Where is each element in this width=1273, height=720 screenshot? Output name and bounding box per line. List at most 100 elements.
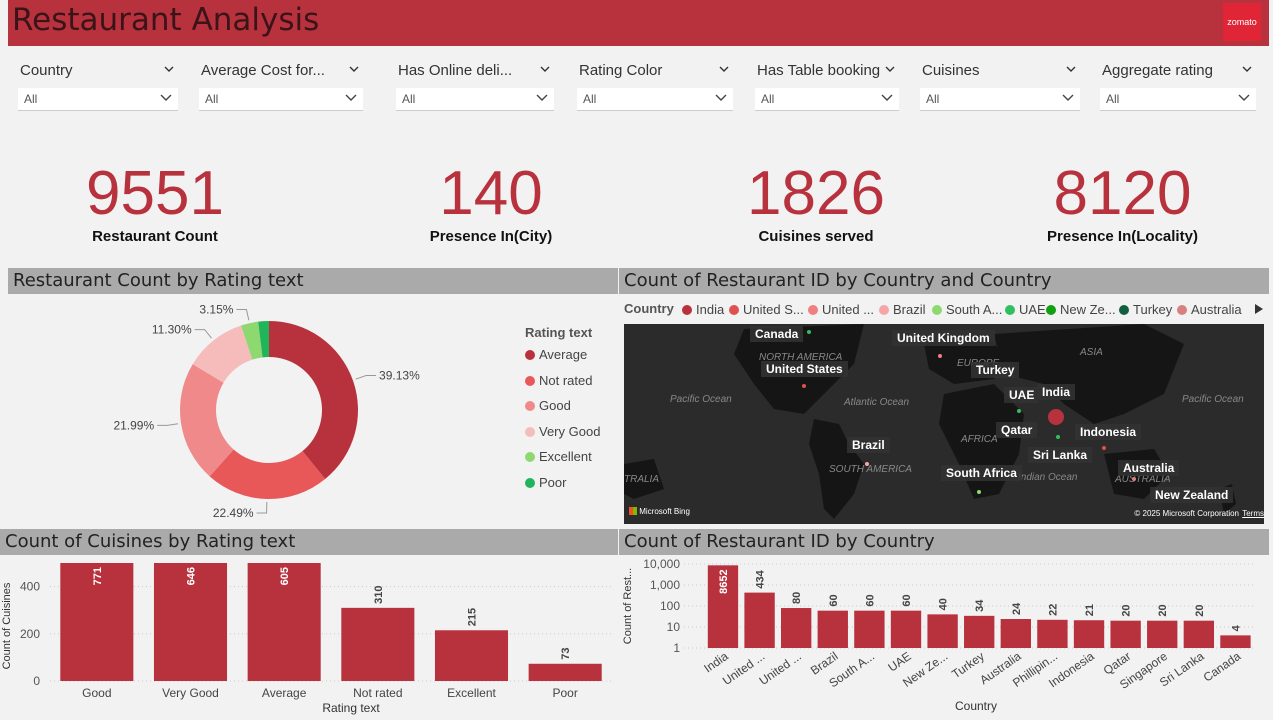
kpi-caption: Presence In(Locality) — [1047, 228, 1198, 245]
donut-legend-item[interactable]: Poor — [525, 475, 566, 490]
map-bubble-south-africa[interactable] — [977, 490, 981, 494]
kpi-value: 1826 — [747, 159, 885, 228]
country-bar[interactable] — [927, 614, 958, 648]
bar-data-label: 60 — [901, 594, 913, 606]
country-bar[interactable] — [1037, 619, 1068, 648]
legend-label: Poor — [539, 474, 567, 490]
map-bubble-indonesia[interactable] — [1102, 446, 1106, 450]
chevron-down-icon[interactable] — [1238, 94, 1250, 102]
map-bubble-australia[interactable] — [1132, 477, 1136, 481]
legend-dot-icon — [1119, 305, 1129, 315]
map-legend-item[interactable]: India — [682, 302, 724, 317]
slicer-6[interactable]: Aggregate rating All — [1100, 58, 1258, 114]
kpi-value: 8120 — [1053, 159, 1192, 228]
slicer-3[interactable]: Rating Color All — [577, 58, 735, 114]
chevron-down-icon[interactable] — [1242, 64, 1252, 74]
map-legend-title: Country — [624, 301, 674, 316]
cuisine-bar[interactable] — [528, 663, 602, 681]
slicer-value: All — [583, 92, 597, 106]
country-bar[interactable] — [781, 608, 812, 648]
map-bubble-india[interactable] — [1048, 409, 1064, 425]
map-bubble-united-states[interactable] — [802, 384, 806, 388]
y-axis-title: Count of Rest... — [622, 568, 634, 644]
country-bar[interactable] — [817, 610, 848, 648]
slicer-1[interactable]: Average Cost for... All — [199, 58, 365, 114]
chevron-down-icon[interactable] — [345, 94, 357, 102]
country-bar-chart[interactable]: 1101001,00010,0008652India434United ...8… — [619, 556, 1273, 720]
cuisine-bar[interactable] — [434, 630, 509, 681]
slicer-5[interactable]: Cuisines All — [920, 58, 1082, 114]
map-legend-item[interactable]: Brazil — [879, 302, 926, 317]
kpi-value: 140 — [439, 159, 543, 228]
legend-dot-icon — [525, 477, 535, 488]
country-bar[interactable] — [1110, 620, 1141, 648]
slicer-2[interactable]: Has Online deli... All — [396, 58, 556, 114]
legend-label: Very Good — [539, 423, 601, 439]
slicer-value: All — [761, 92, 775, 106]
chevron-down-icon[interactable] — [1066, 64, 1076, 74]
chevron-down-icon[interactable] — [1062, 94, 1074, 102]
chevron-down-icon[interactable] — [164, 64, 174, 74]
map-terms-link[interactable]: Terms — [1242, 509, 1264, 518]
country-bar[interactable] — [964, 615, 995, 648]
country-bar[interactable] — [1147, 620, 1178, 648]
chevron-down-icon[interactable] — [719, 64, 729, 74]
donut-legend-item[interactable]: Excellent — [525, 449, 592, 464]
donut-legend-item[interactable]: Very Good — [525, 424, 600, 439]
map-bubble-uae[interactable] — [1017, 409, 1021, 413]
slicer-dropdown[interactable]: All — [199, 88, 363, 111]
donut-panel-title: Restaurant Count by Rating text — [8, 268, 618, 294]
map-bubble-canada[interactable] — [807, 330, 811, 334]
map-legend-item[interactable]: UAE — [1005, 302, 1046, 317]
map-visual[interactable]: NORTH AMERICAEUROPEASIAPacific OceanAtla… — [624, 324, 1264, 524]
slicer-0[interactable]: Country All — [18, 58, 180, 114]
cuisine-panel-title: Count of Cuisines by Rating text — [0, 529, 618, 555]
map-legend-item[interactable]: New Ze... — [1046, 302, 1116, 317]
chevron-down-icon[interactable] — [349, 64, 359, 74]
map-legend-item[interactable]: Turkey — [1119, 302, 1172, 317]
donut-legend-item[interactable]: Good — [525, 398, 571, 413]
slicer-label: Aggregate rating — [1102, 62, 1213, 79]
country-bar[interactable] — [744, 592, 775, 648]
legend-next-icon[interactable] — [1255, 304, 1263, 314]
slicer-dropdown[interactable]: All — [755, 88, 899, 111]
chevron-down-icon[interactable] — [715, 94, 727, 102]
map-legend-item[interactable]: Australia — [1177, 302, 1242, 317]
map-legend-item[interactable]: South A... — [932, 302, 1002, 317]
legend-label: Not rated — [539, 372, 593, 388]
slicer-4[interactable]: Has Table booking All — [755, 58, 901, 114]
slicer-dropdown[interactable]: All — [577, 88, 733, 111]
chevron-down-icon[interactable] — [885, 64, 895, 74]
country-bar[interactable] — [1183, 620, 1215, 648]
donut-slice-average[interactable] — [269, 321, 358, 480]
country-bar[interactable] — [890, 610, 922, 648]
map-bubble-qatar[interactable] — [1056, 435, 1060, 439]
cuisine-bar[interactable] — [341, 607, 415, 681]
y-tick-label: 10 — [667, 620, 681, 634]
slicer-dropdown[interactable]: All — [1100, 88, 1256, 111]
bar-data-label: 24 — [1011, 602, 1023, 615]
map-legend-item[interactable]: United S... — [729, 302, 804, 317]
donut-legend-item[interactable]: Not rated — [525, 373, 592, 388]
map-legend-item[interactable]: United ... — [808, 302, 874, 317]
kpi-caption: Presence In(City) — [429, 228, 553, 245]
slicer-dropdown[interactable]: All — [920, 88, 1080, 111]
country-bar[interactable] — [1000, 619, 1031, 648]
chevron-down-icon[interactable] — [540, 64, 550, 74]
country-bar[interactable] — [1073, 620, 1105, 648]
slicer-dropdown[interactable]: All — [396, 88, 554, 111]
map-bubble-united-kingdom[interactable] — [938, 354, 942, 358]
chevron-down-icon[interactable] — [881, 94, 893, 102]
country-bar[interactable] — [1220, 635, 1251, 648]
chevron-down-icon[interactable] — [160, 94, 172, 102]
slicer-dropdown[interactable]: All — [18, 88, 178, 111]
chevron-down-icon[interactable] — [536, 94, 548, 102]
bar-data-label: 73 — [560, 648, 572, 660]
legend-dot-icon — [525, 375, 535, 386]
country-bar[interactable] — [854, 610, 885, 648]
map-bubble-brazil[interactable] — [865, 462, 869, 466]
cuisine-bar-chart[interactable]: 0 200 400 771 Good 646 Very Good 605 Average 310 N… — [0, 556, 618, 720]
legend-dot-icon — [1177, 305, 1187, 315]
donut-legend-item[interactable]: Average — [525, 347, 587, 362]
kpi-cuisines-served: 1826 Cuisines served — [716, 159, 916, 246]
